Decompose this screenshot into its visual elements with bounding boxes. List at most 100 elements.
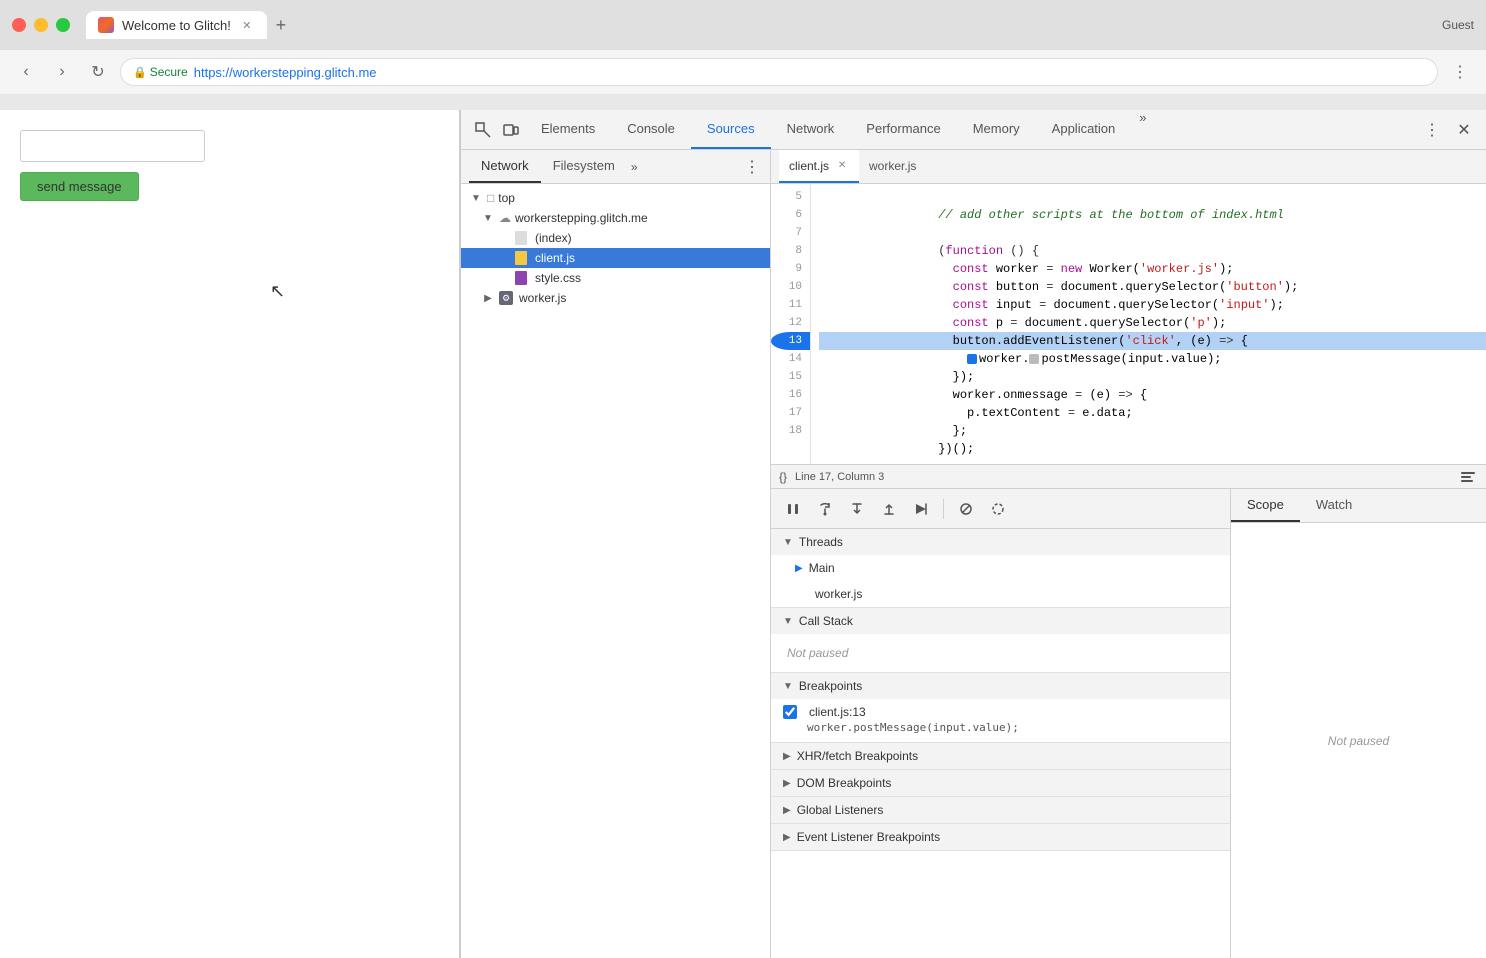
reload-button[interactable]: ↻ (84, 58, 112, 86)
status-location: Line 17, Column 3 (795, 471, 884, 483)
subtab-more-button[interactable]: » (631, 160, 638, 174)
file-tabs: client.js ✕ worker.js (771, 150, 1486, 184)
tree-arrow-domain (481, 213, 495, 224)
line-num-5[interactable]: 5 (771, 188, 810, 206)
tab-bar: Welcome to Glitch! ✕ + (86, 11, 295, 39)
guest-label: Guest (1442, 18, 1474, 32)
line-num-12[interactable]: 12 (771, 314, 810, 332)
line-num-9[interactable]: 9 (771, 260, 810, 278)
cloud-icon: ☁ (499, 211, 511, 225)
debug-separator (943, 499, 944, 519)
tab-network[interactable]: Network (771, 110, 851, 149)
file-tab-close-clientjs[interactable]: ✕ (835, 159, 849, 173)
tab-memory[interactable]: Memory (957, 110, 1036, 149)
file-tab-workerjs[interactable]: worker.js (859, 150, 926, 183)
tree-item-top[interactable]: □ top (461, 188, 770, 208)
devtools-close-button[interactable]: ✕ (1450, 116, 1478, 144)
step-button[interactable] (907, 495, 935, 523)
breakpoint-filename-1: client.js:13 (809, 705, 866, 719)
tab-console[interactable]: Console (611, 110, 691, 149)
main-content: send message ↖ Elements Console (0, 110, 1486, 958)
callstack-arrow: ▼ (783, 616, 793, 627)
line-num-6[interactable]: 6 (771, 206, 810, 224)
devtools-panel: Elements Console Sources Network Perform… (460, 110, 1486, 958)
threads-body: ▶ Main worker.js (771, 555, 1230, 607)
breakpoints-section: ▼ Breakpoints client.js:13 worker.postMe (771, 673, 1230, 743)
send-message-button[interactable]: send message (20, 172, 139, 201)
address-bar[interactable]: 🔒 Secure https://workerstepping.glitch.m… (120, 58, 1438, 86)
tab-elements[interactable]: Elements (525, 110, 611, 149)
debugger-left-column: ▼ Threads ▶ Main worker.js (771, 489, 1231, 958)
line-num-17[interactable]: 17 (771, 404, 810, 422)
sources-subtab-network[interactable]: Network (469, 150, 541, 183)
lock-icon: 🔒 (133, 66, 147, 79)
step-out-button[interactable] (875, 495, 903, 523)
tree-item-domain[interactable]: ☁ workerstepping.glitch.me (461, 208, 770, 228)
callstack-body: Not paused (771, 634, 1230, 672)
tab-performance[interactable]: Performance (850, 110, 956, 149)
breakpoint-checkbox-1[interactable] (783, 705, 797, 719)
worker-icon: ⚙ (499, 291, 513, 305)
line-num-8[interactable]: 8 (771, 242, 810, 260)
device-toggle-button[interactable] (497, 116, 525, 144)
new-tab-button[interactable]: + (267, 11, 295, 39)
breakpoints-arrow: ▼ (783, 681, 793, 692)
dont-pause-exceptions-button[interactable] (984, 495, 1012, 523)
sources-subtabs: Network Filesystem » ⋮ (461, 150, 770, 184)
step-over-button[interactable] (811, 495, 839, 523)
browser-menu-button[interactable]: ⋮ (1446, 58, 1474, 86)
browser-tab[interactable]: Welcome to Glitch! ✕ (86, 11, 267, 39)
tab-favicon (98, 17, 114, 33)
close-button[interactable] (12, 18, 26, 32)
line-num-11[interactable]: 11 (771, 296, 810, 314)
browser-chrome: Welcome to Glitch! ✕ + Guest ‹ › ↻ 🔒 Sec… (0, 0, 1486, 110)
tab-sources[interactable]: Sources (691, 110, 771, 149)
subtab-menu-button[interactable]: ⋮ (742, 157, 762, 177)
event-listener-breakpoints-arrow: ▶ (783, 832, 791, 843)
line-num-18[interactable]: 18 (771, 422, 810, 440)
code-editor[interactable]: 5 6 7 8 9 10 11 12 13 14 15 16 1 (771, 184, 1486, 464)
tree-item-index[interactable]: (index) (461, 228, 770, 248)
scope-tab[interactable]: Scope (1231, 489, 1300, 522)
tree-item-stylecss[interactable]: style.css (461, 268, 770, 288)
minimize-button[interactable] (34, 18, 48, 32)
devtools-settings-button[interactable]: ⋮ (1418, 116, 1446, 144)
deactivate-breakpoints-button[interactable] (952, 495, 980, 523)
line-num-15[interactable]: 15 (771, 368, 810, 386)
tab-application[interactable]: Application (1036, 110, 1132, 149)
maximize-button[interactable] (56, 18, 70, 32)
event-listener-breakpoints-header[interactable]: ▶ Event Listener Breakpoints (771, 824, 1230, 850)
thread-workerjs[interactable]: worker.js (771, 581, 1230, 607)
not-paused-label: Not paused (1328, 734, 1389, 748)
line-num-14[interactable]: 14 (771, 350, 810, 368)
callstack-section-header[interactable]: ▼ Call Stack (771, 608, 1230, 634)
global-listeners-header[interactable]: ▶ Global Listeners (771, 797, 1230, 823)
breakpoints-section-header[interactable]: ▼ Breakpoints (771, 673, 1230, 699)
line-num-16[interactable]: 16 (771, 386, 810, 404)
tree-item-clientjs[interactable]: client.js (461, 248, 770, 268)
line-num-13[interactable]: 13 (771, 332, 810, 350)
breakpoint-label-1[interactable]: client.js:13 (783, 705, 1218, 719)
sources-subtab-filesystem[interactable]: Filesystem (541, 150, 627, 183)
threads-section-header[interactable]: ▼ Threads (771, 529, 1230, 555)
watch-tab[interactable]: Watch (1300, 489, 1368, 522)
tree-item-workerjs[interactable]: ⚙ worker.js (461, 288, 770, 308)
format-button[interactable] (1458, 467, 1478, 487)
back-button[interactable]: ‹ (12, 58, 40, 86)
inspect-element-button[interactable] (469, 116, 497, 144)
line-num-7[interactable]: 7 (771, 224, 810, 242)
file-tab-clientjs[interactable]: client.js ✕ (779, 150, 859, 183)
status-bar: {} Line 17, Column 3 (771, 464, 1486, 488)
tab-close-button[interactable]: ✕ (239, 17, 255, 33)
forward-button[interactable]: › (48, 58, 76, 86)
message-input[interactable] (20, 130, 205, 162)
pause-button[interactable] (779, 495, 807, 523)
xhr-breakpoints-header[interactable]: ▶ XHR/fetch Breakpoints (771, 743, 1230, 769)
step-into-button[interactable] (843, 495, 871, 523)
devtools-more-button[interactable]: » (1131, 110, 1154, 149)
line-num-10[interactable]: 10 (771, 278, 810, 296)
global-listeners-label: Global Listeners (797, 803, 884, 817)
xhr-breakpoints-arrow: ▶ (783, 751, 791, 762)
dom-breakpoints-header[interactable]: ▶ DOM Breakpoints (771, 770, 1230, 796)
thread-main[interactable]: ▶ Main (771, 555, 1230, 581)
